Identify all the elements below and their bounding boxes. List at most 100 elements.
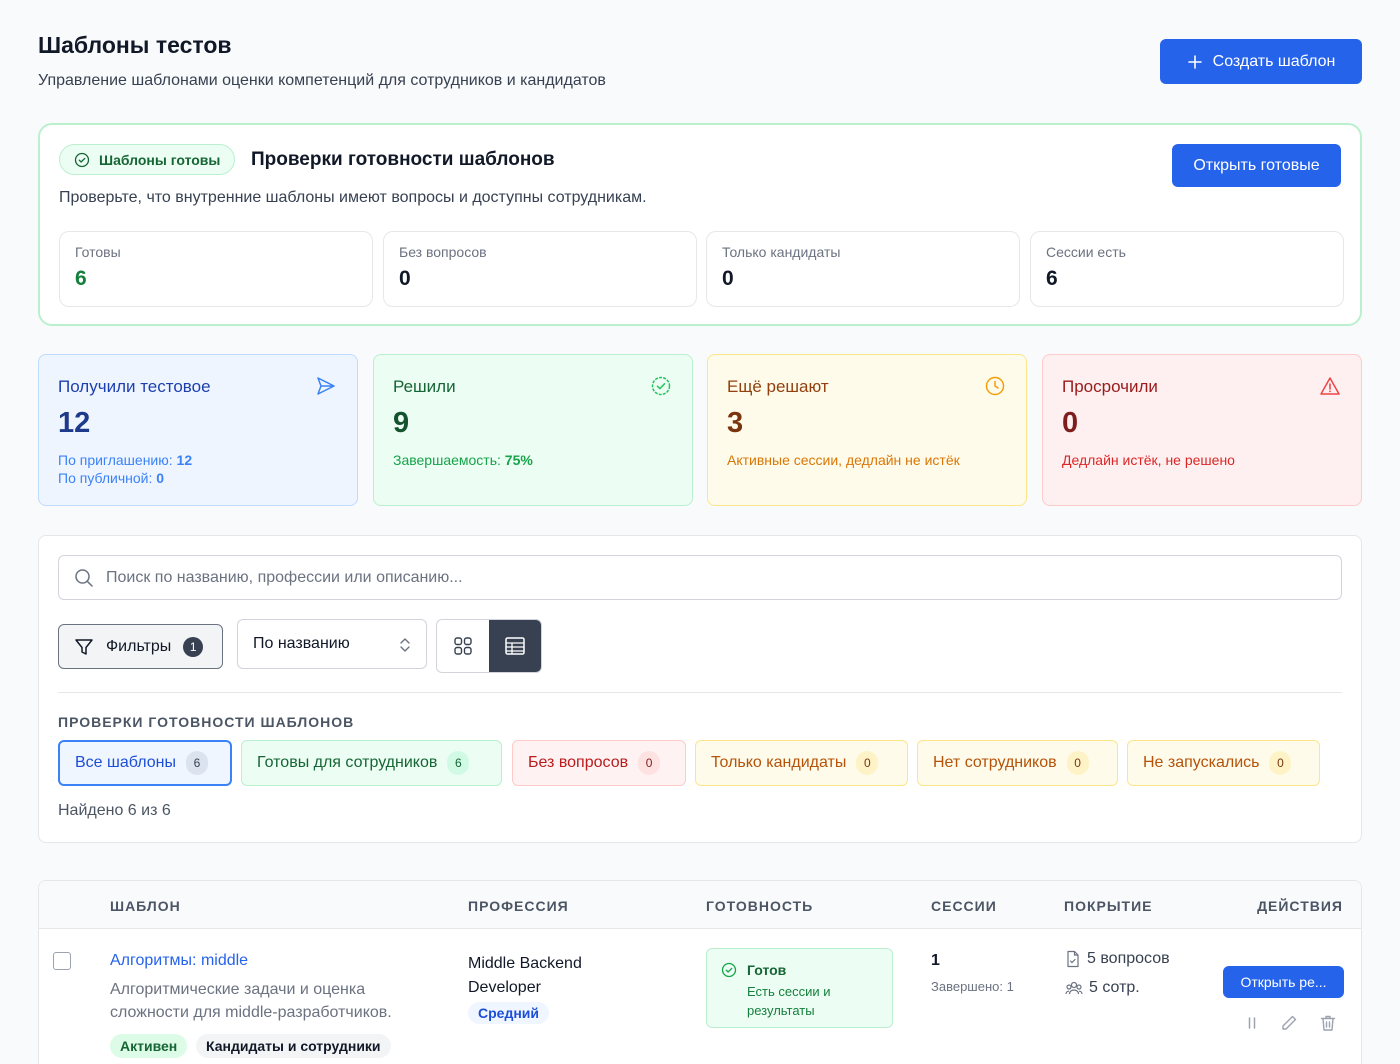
ready-stat-label: Без вопросов — [399, 244, 487, 260]
stat-value: 12 — [58, 407, 91, 439]
page-subtitle: Управление шаблонами оценки компетенций … — [38, 72, 606, 89]
readiness-status-desc: Есть сессии и результаты — [747, 984, 831, 1018]
open-results-button[interactable]: Открыть ре... — [1223, 966, 1344, 998]
profession: Middle Backend Developer — [468, 955, 582, 996]
users-icon — [1065, 980, 1083, 996]
completion-value: 75% — [504, 452, 533, 468]
readiness-status-title: Готов — [747, 962, 787, 978]
chip-label: Готовы для сотрудников — [257, 754, 438, 771]
table-icon — [504, 636, 526, 656]
chip-label: Нет сотрудников — [933, 754, 1057, 771]
stat-sub: Активные сессии, дедлайн не истёк — [727, 452, 960, 468]
search-input[interactable]: Поиск по названию, профессии или описани… — [58, 555, 1342, 600]
check-circle-icon — [721, 962, 737, 978]
divider — [58, 692, 1342, 693]
questions-coverage: 5 вопросов — [1065, 950, 1170, 968]
ready-stat-label: Только кандидаты — [722, 244, 841, 260]
template-description: Алгоритмические задачи и оценка сложност… — [110, 981, 392, 1021]
chip-no-questions[interactable]: Без вопросов 0 — [512, 740, 686, 786]
sessions-completed: Завершено: 1 — [931, 979, 1014, 994]
plus-icon — [1187, 54, 1203, 70]
table-view-button[interactable] — [489, 620, 541, 672]
level-badge: Средний — [468, 1002, 550, 1024]
pause-icon[interactable] — [1244, 1014, 1260, 1032]
trash-icon[interactable] — [1319, 1014, 1337, 1032]
chip-label: Не запускались — [1143, 754, 1260, 771]
clock-icon — [984, 375, 1006, 397]
invite-label: По приглашению: — [58, 452, 173, 468]
ready-stat-value: 6 — [75, 267, 87, 290]
stat-value: 9 — [393, 407, 410, 439]
column-header-sessions: СЕССИИ — [931, 898, 997, 914]
chip-label: Только кандидаты — [711, 754, 847, 771]
row-checkbox[interactable] — [53, 952, 71, 970]
search-placeholder: Поиск по названию, профессии или описани… — [106, 568, 463, 586]
template-name-link[interactable]: Алгоритмы: middle — [110, 952, 248, 970]
chip-all-templates[interactable]: Все шаблоны 6 — [58, 740, 232, 786]
check-badge-icon — [650, 375, 672, 397]
chip-no-employees[interactable]: Нет сотрудников 0 — [917, 740, 1118, 786]
chip-count: 0 — [1066, 751, 1089, 775]
readiness-panel: Шаблоны готовы Проверки готовности шабло… — [38, 123, 1362, 326]
stat-value: 0 — [1062, 407, 1079, 439]
chip-count: 0 — [1269, 751, 1292, 775]
ready-badge: Шаблоны готовы — [59, 144, 236, 175]
create-template-button[interactable]: Создать шаблон — [1160, 39, 1362, 84]
page-header: Шаблоны тестов Управление шаблонами оцен… — [38, 30, 1362, 100]
chevron-updown-icon — [398, 635, 412, 655]
chip-ready-employees[interactable]: Готовы для сотрудников 6 — [241, 740, 502, 786]
readiness-status: Готов Есть сессии и результаты — [706, 948, 893, 1028]
stat-card-solving: Ещё решают 3 Активные сессии, дедлайн не… — [707, 354, 1027, 506]
public-label: По публичной: — [58, 470, 153, 486]
stat-card-overdue: Просрочили 0 Дедлайн истёк, не решено — [1042, 354, 1362, 506]
templates-table: ШАБЛОН ПРОФЕССИЯ ГОТОВНОСТЬ СЕССИИ ПОКРЫ… — [38, 880, 1362, 1064]
chip-count: 0 — [856, 751, 879, 775]
ready-stat-label: Сессии есть — [1046, 244, 1126, 260]
ready-stat-value: 0 — [399, 267, 411, 290]
grid-icon — [453, 636, 473, 656]
chip-candidates-only[interactable]: Только кандидаты 0 — [695, 740, 908, 786]
public-value: 0 — [156, 470, 165, 486]
chip-label: Без вопросов — [528, 754, 629, 771]
search-icon — [74, 568, 94, 588]
filters-count-badge: 1 — [183, 636, 204, 657]
ready-stat-ready: Готовы 6 — [59, 231, 373, 307]
stat-label: Ещё решают — [727, 377, 829, 396]
open-ready-button[interactable]: Открыть готовые — [1172, 144, 1341, 187]
chip-count: 6 — [185, 751, 208, 775]
filter-panel: Поиск по названию, профессии или описани… — [38, 535, 1362, 843]
file-icon — [1065, 950, 1081, 968]
column-header-actions: ДЕЙСТВИЯ — [1257, 898, 1343, 914]
chip-not-launched[interactable]: Не запускались 0 — [1127, 740, 1320, 786]
table-row: Алгоритмы: middle Алгоритмические задачи… — [39, 930, 1361, 1064]
edit-icon[interactable] — [1280, 1014, 1298, 1032]
stat-card-solved: Решили 9 Завершаемость: 75% — [373, 354, 693, 506]
column-header-template: ШАБЛОН — [110, 898, 181, 914]
stat-sub: По приглашению: 12 По публичной: 0 — [58, 451, 192, 487]
stat-card-received: Получили тестовое 12 По приглашению: 12 … — [38, 354, 358, 506]
ready-stat-candidates-only: Только кандидаты 0 — [706, 231, 1020, 307]
invite-value: 12 — [176, 452, 193, 468]
ready-stat-label: Готовы — [75, 244, 121, 260]
stat-label: Просрочили — [1062, 377, 1158, 396]
filters-button[interactable]: Фильтры 1 — [58, 624, 223, 669]
found-count: Найдено 6 из 6 — [58, 802, 171, 819]
employees-count: 5 сотр. — [1089, 979, 1140, 996]
section-label: ПРОВЕРКИ ГОТОВНОСТИ ШАБЛОНОВ — [58, 714, 355, 730]
status-badge: Активен — [110, 1034, 188, 1058]
chip-count: 6 — [447, 751, 470, 775]
audience-badge: Кандидаты и сотрудники — [196, 1034, 391, 1058]
funnel-icon — [74, 637, 94, 657]
completion-label: Завершаемость: — [393, 452, 501, 468]
sort-select[interactable]: По названию — [237, 619, 427, 669]
column-header-coverage: ПОКРЫТИЕ — [1064, 898, 1153, 914]
stat-sub: Дедлайн истёк, не решено — [1062, 452, 1235, 468]
chip-label: Все шаблоны — [75, 754, 176, 771]
grid-view-button[interactable] — [437, 620, 489, 672]
send-icon — [315, 375, 337, 397]
chip-count: 0 — [638, 751, 661, 775]
ready-badge-label: Шаблоны готовы — [99, 151, 221, 168]
column-header-profession: ПРОФЕССИЯ — [468, 898, 569, 914]
warning-icon — [1319, 375, 1341, 397]
stat-sub: Завершаемость: 75% — [393, 451, 533, 469]
